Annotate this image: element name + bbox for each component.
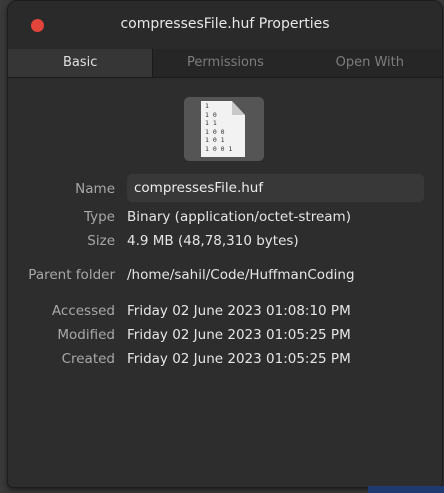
parent-folder-value[interactable]: /home/sahil/Code/HuffmanCoding: [127, 267, 355, 283]
size-value: 4.9 MB (48,78,310 bytes): [127, 233, 299, 249]
window-title: compressesFile.huf Properties: [120, 16, 330, 32]
tab-permissions[interactable]: Permissions: [153, 49, 297, 77]
tab-basic[interactable]: Basic: [8, 49, 154, 77]
tab-open-with[interactable]: Open With: [298, 49, 442, 77]
accessed-label: Accessed: [51, 303, 115, 319]
binary-digits: 1 1 0 1 1 1 0 0 1 0 1 1 0 0 1: [205, 102, 233, 153]
name-label: Name: [75, 181, 115, 197]
properties-dialog: compressesFile.huf Properties Basic Perm…: [7, 0, 443, 488]
page-fold: [232, 101, 245, 115]
taskbar-strip: [368, 486, 444, 493]
binary-file-icon: 1 1 0 1 1 1 0 0 1 0 1 1 0 0 1: [184, 97, 264, 161]
type-label: Type: [83, 209, 115, 225]
created-label: Created: [61, 351, 115, 367]
basic-panel: 1 1 0 1 1 1 0 0 1 0 1 1 0 0 1 Name compr…: [8, 78, 442, 487]
type-value: Binary (application/octet-stream): [127, 209, 351, 225]
name-field[interactable]: compressesFile.huf: [127, 174, 424, 202]
parent-folder-label: Parent folder: [28, 267, 115, 283]
modified-label: Modified: [57, 327, 115, 343]
created-value: Friday 02 June 2023 01:05:25 PM: [127, 351, 351, 367]
tab-bar: Basic Permissions Open With: [8, 49, 442, 78]
name-value: compressesFile.huf: [134, 180, 264, 196]
titlebar: compressesFile.huf Properties: [8, 1, 442, 49]
size-label: Size: [87, 233, 115, 249]
accessed-value: Friday 02 June 2023 01:08:10 PM: [127, 303, 351, 319]
modified-value: Friday 02 June 2023 01:05:25 PM: [127, 327, 351, 343]
